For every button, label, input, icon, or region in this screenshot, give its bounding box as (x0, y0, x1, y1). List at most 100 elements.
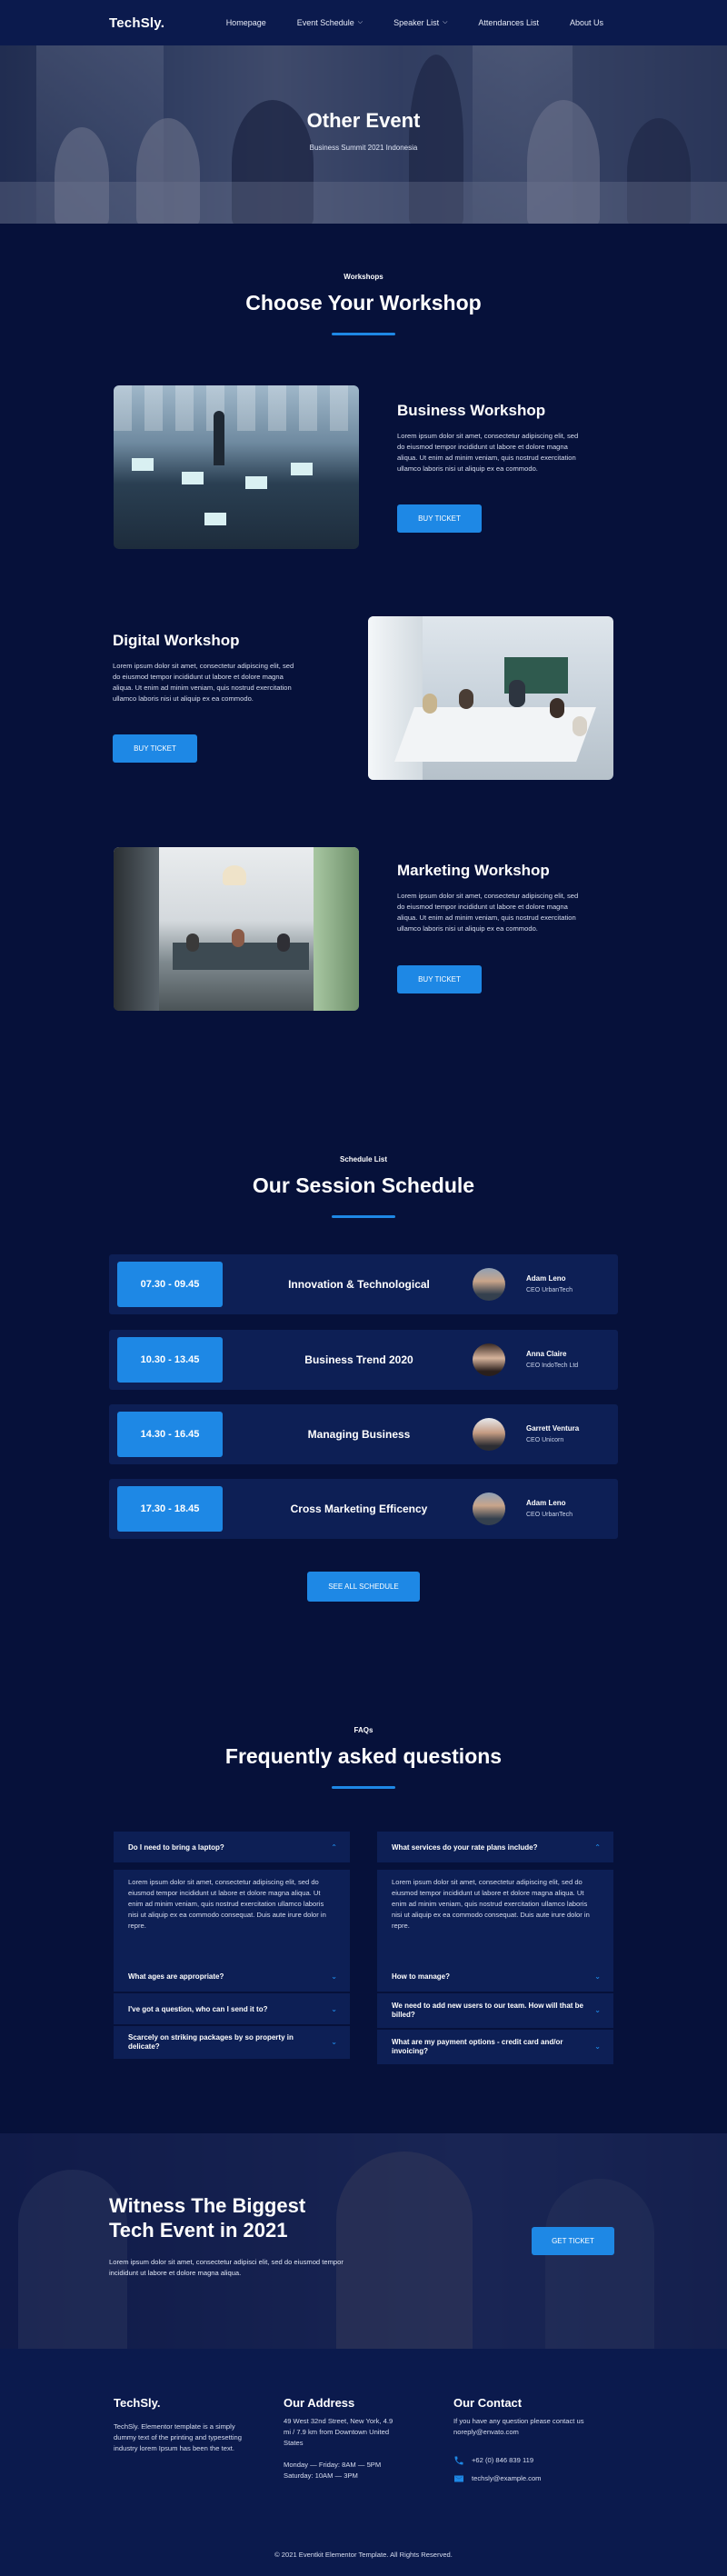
buy-ticket-button[interactable]: BUY TICKET (113, 734, 197, 763)
cta-description: Lorem ipsum dolor sit amet, consectetur … (109, 2258, 344, 2277)
nav-item-event-schedule[interactable]: Event Schedule ⌵ (297, 18, 363, 27)
logo[interactable]: TechSly. (109, 15, 164, 31)
digital-workshop-image (368, 616, 613, 780)
chevron-up-icon: ⌃ (331, 1842, 337, 1852)
marketing-workshop-image (114, 847, 359, 1011)
chevron-down-icon: ⌄ (331, 2038, 337, 2046)
faq-question-open[interactable]: What services do your rate plans include… (377, 1832, 613, 1862)
schedule-row: 14.30 - 16.45 Managing Business Garrett … (109, 1404, 618, 1464)
chevron-down-icon: ⌄ (594, 1972, 601, 1981)
schedule-title: Our Session Schedule (252, 1173, 475, 1197)
chevron-down-icon: ⌵ (443, 19, 448, 25)
faq-question[interactable]: What are my payment options - credit car… (377, 2030, 613, 2064)
session-time: 17.30 - 18.45 (117, 1486, 223, 1532)
session-time: 07.30 - 09.45 (117, 1262, 223, 1307)
nav-item-speaker-list[interactable]: Speaker List ⌵ (393, 18, 447, 27)
faq-question-text: I've got a question, who can I send it t… (128, 2004, 268, 2013)
faq-question[interactable]: I've got a question, who can I send it t… (114, 1993, 350, 2024)
speaker-role: CEO Unicorn (526, 1437, 564, 1443)
faq-question-text: Do I need to bring a laptop? (128, 1842, 224, 1852)
speaker-name: Garrett Ventura (526, 1424, 580, 1433)
chevron-down-icon: ⌄ (594, 2042, 601, 2051)
faq-eyebrow: FAQs (354, 1726, 373, 1734)
speaker-avatar (473, 1493, 505, 1525)
session-topic: Business Trend 2020 (304, 1353, 413, 1366)
workshop-title: Digital Workshop (113, 632, 240, 649)
nav-menu: Homepage Event Schedule ⌵ Speaker List ⌵ A… (195, 0, 603, 45)
faq-question[interactable]: How to manage? ⌄ (377, 1961, 613, 1992)
schedule-row: 17.30 - 18.45 Cross Marketing Efficency … (109, 1479, 618, 1539)
footer-phone[interactable]: +62 (0) 846 839 119 (472, 2455, 533, 2466)
phone-icon (454, 2456, 463, 2465)
cta-title-line: Tech Event in 2021 (109, 2219, 288, 2242)
speaker-avatar (473, 1343, 505, 1376)
session-topic: Innovation & Technological (288, 1278, 430, 1291)
cta-title-line: Witness The Biggest (109, 2194, 306, 2217)
footer-address-title: Our Address (284, 2396, 355, 2410)
speaker-role: CEO IndoTech Ltd (526, 1363, 579, 1369)
faq-question-open[interactable]: Do I need to bring a laptop? ⌃ (114, 1832, 350, 1862)
email-icon (454, 2475, 463, 2482)
speaker-name: Anna Claire (526, 1350, 567, 1358)
top-navbar: TechSly. Homepage Event Schedule ⌵ Speake… (0, 0, 727, 45)
footer: TechSly. TechSly. Elementor template is … (0, 2349, 727, 2576)
get-ticket-button[interactable]: GET TICKET (532, 2227, 614, 2255)
nav-item-homepage[interactable]: Homepage (226, 18, 266, 27)
nav-label: Speaker List (393, 18, 440, 27)
footer-address: 49 West 32nd Street, New York, 4.9 mi / … (284, 2417, 393, 2447)
chevron-up-icon: ⌃ (594, 1842, 601, 1852)
footer-hours-saturday: Saturday: 10AM — 3PM (284, 2471, 358, 2480)
nav-item-attendances-list[interactable]: Attendances List (478, 18, 539, 27)
footer-hours-weekday: Monday — Friday: 8AM — 5PM (284, 2461, 382, 2469)
workshop-description: Lorem ipsum dolor sit amet, consectetur … (397, 892, 579, 933)
chevron-down-icon: ⌄ (331, 2004, 337, 2013)
chevron-down-icon: ⌄ (331, 1972, 337, 1981)
workshop-title: Business Workshop (397, 402, 546, 419)
footer-logo[interactable]: TechSly. (114, 2396, 161, 2410)
nav-label: About Us (569, 18, 603, 27)
see-all-schedule-button[interactable]: SEE ALL SCHEDULE (307, 1572, 420, 1602)
nav-label: Attendances List (478, 18, 539, 27)
speaker-name: Adam Leno (526, 1499, 566, 1507)
buy-ticket-button[interactable]: BUY TICKET (397, 965, 482, 993)
speaker-role: CEO UrbanTech (526, 1512, 573, 1518)
page-subtitle: Business Summit 2021 Indonesia (309, 144, 418, 152)
copyright: © 2021 Eventkit Elementor Template. All … (274, 2551, 453, 2559)
speaker-avatar (473, 1268, 505, 1301)
speaker-name: Adam Leno (526, 1274, 566, 1283)
speaker-avatar (473, 1418, 505, 1451)
hero-banner: Other Event Business Summit 2021 Indones… (0, 45, 727, 224)
cta-banner: Witness The Biggest Tech Event in 2021 L… (0, 2133, 727, 2349)
faq-question-text: Scarcely on striking packages by so prop… (128, 2033, 294, 2051)
page-title: Other Event (306, 109, 421, 132)
footer-contact-text: If you have any question please contact … (453, 2417, 584, 2436)
faq-question[interactable]: Scarcely on striking packages by so prop… (114, 2026, 350, 2059)
nav-label: Homepage (225, 18, 266, 27)
nav-label: Event Schedule (296, 18, 354, 27)
nav-item-about-us[interactable]: About Us (570, 18, 603, 27)
session-time: 14.30 - 16.45 (117, 1412, 223, 1457)
title-underline (332, 333, 395, 335)
title-underline (332, 1215, 395, 1218)
session-time: 10.30 - 13.45 (117, 1337, 223, 1383)
schedule-row: 07.30 - 09.45 Innovation & Technological… (109, 1254, 618, 1314)
chevron-down-icon: ⌄ (594, 2006, 601, 2014)
page: TechSly. Homepage Event Schedule ⌵ Speake… (0, 0, 727, 2576)
faq-title: Frequently asked questions (224, 1744, 503, 1768)
faq-question[interactable]: What ages are appropriate? ⌄ (114, 1961, 350, 1992)
footer-about-text: TechSly. Elementor template is a simply … (114, 2422, 242, 2452)
business-workshop-image (114, 385, 359, 549)
title-underline (332, 1786, 395, 1789)
faq-question-text: What are my payment options - credit car… (392, 2038, 563, 2055)
faq-question-text: What ages are appropriate? (128, 1972, 224, 1981)
faq-column-right: What services do your rate plans include… (377, 1832, 613, 2068)
session-topic: Managing Business (307, 1428, 411, 1441)
faq-question-text: We need to add new users to our team. Ho… (392, 2002, 583, 2019)
faq-question-text: How to manage? (392, 1972, 451, 1981)
buy-ticket-button[interactable]: BUY TICKET (397, 504, 482, 533)
chevron-down-icon: ⌵ (357, 19, 364, 25)
session-topic: Cross Marketing Efficency (290, 1503, 428, 1515)
faq-question[interactable]: We need to add new users to our team. Ho… (377, 1993, 613, 2028)
workshops-title: Choose Your Workshop (245, 291, 482, 315)
footer-email[interactable]: techsly@example.com (472, 2473, 542, 2484)
